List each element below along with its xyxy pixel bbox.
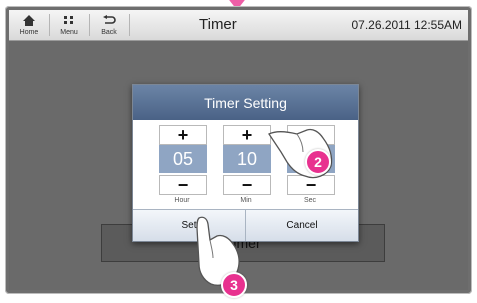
dialog-title: Timer Setting — [133, 85, 358, 120]
back-label: Back — [101, 29, 117, 36]
device-frame: Home Menu Back Timer 07.26.2011 12:55AM … — [5, 6, 472, 294]
step-marker: 3 — [221, 272, 247, 298]
minute-decrement-button[interactable]: − — [223, 175, 271, 195]
minute-label: Min — [240, 197, 252, 204]
back-arrow-icon — [103, 15, 116, 24]
hour-label: Hour — [174, 197, 190, 204]
nav-divider — [89, 14, 90, 36]
top-bar: Home Menu Back Timer 07.26.2011 12:55AM — [9, 10, 468, 41]
menu-grid-icon — [64, 16, 73, 24]
menu-button[interactable]: Menu — [51, 11, 87, 39]
screen: Home Menu Back Timer 07.26.2011 12:55AM … — [9, 10, 468, 290]
home-icon — [23, 15, 35, 26]
nav-divider — [129, 14, 130, 36]
date-time: 07.26.2011 12:55AM — [351, 18, 462, 32]
menu-label: Menu — [60, 29, 78, 36]
minute-spinner: + 10 − Min — [223, 125, 271, 205]
step-marker: 2 — [305, 149, 331, 175]
hour-increment-button[interactable]: + — [159, 125, 207, 145]
minute-increment-button[interactable]: + — [223, 125, 271, 145]
second-label: Sec — [303, 197, 317, 204]
home-button[interactable]: Home — [11, 11, 47, 39]
cancel-button[interactable]: Cancel — [245, 210, 358, 241]
hour-value: 05 — [159, 145, 207, 173]
minute-value: 10 — [223, 145, 271, 173]
back-button[interactable]: Back — [91, 11, 127, 39]
hour-spinner: + 05 − Hour — [159, 125, 207, 205]
page-title: Timer — [199, 16, 237, 33]
nav-divider — [49, 14, 50, 36]
hour-decrement-button[interactable]: − — [159, 175, 207, 195]
home-label: Home — [19, 29, 39, 36]
